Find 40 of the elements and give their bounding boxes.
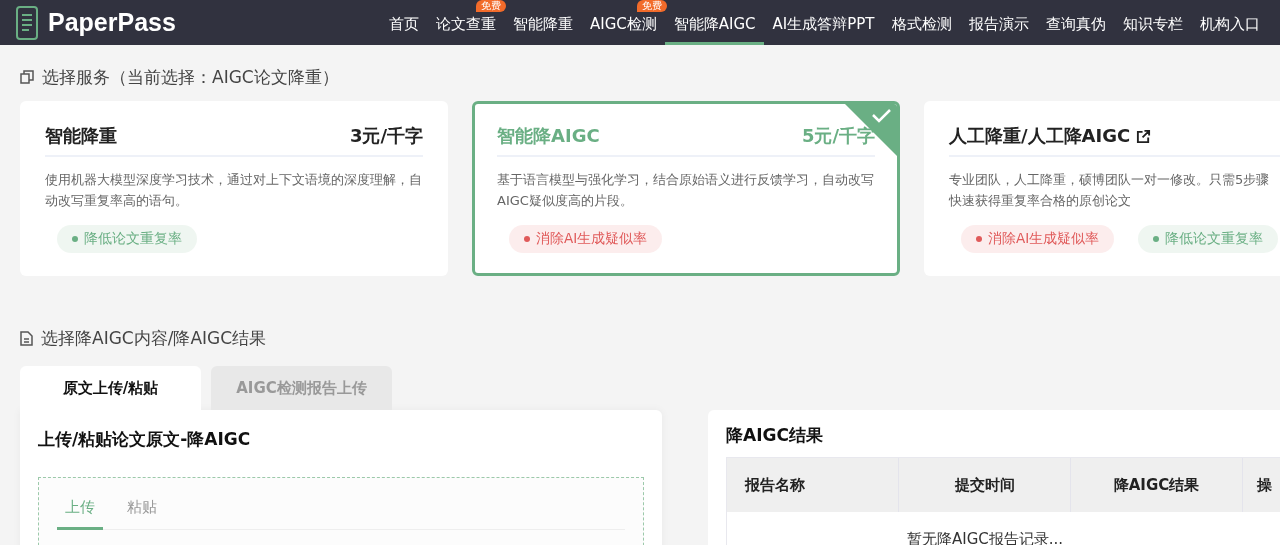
nav-link[interactable]: 智能降AIGC xyxy=(665,13,765,45)
section-heading: 选择服务（当前选择：AIGC论文降重） xyxy=(42,65,339,89)
copy-icon xyxy=(20,70,34,84)
column-header: 报告名称 xyxy=(727,458,899,512)
card-price: 3元/千字 xyxy=(349,124,423,148)
column-header: 提交时间 xyxy=(899,458,1071,512)
service-card[interactable]: 智能降重 3元/千字 使用机器大模型深度学习技术，通过对上下文语境的深度理解，自动改写重复率高的语句。 降低论文重复率 xyxy=(20,101,448,276)
card-title: 智能降AIGC xyxy=(497,124,600,148)
panel-title: 降AIGC结果 xyxy=(726,424,824,447)
nav-link[interactable]: AIGC检测 xyxy=(581,13,666,45)
card-title: 人工降重/人工降AIGC xyxy=(949,124,1152,148)
card-description: 使用机器大模型深度学习技术，通过对上下文语境的深度理解，自动改写重复率高的语句。 xyxy=(45,171,423,210)
free-badge: 免费 xyxy=(637,0,668,12)
column-header: 降AIGC结果 xyxy=(1071,458,1243,512)
external-link-icon[interactable] xyxy=(1136,128,1152,144)
card-title: 智能降重 xyxy=(45,124,117,148)
nav-link[interactable]: 查询真伪 xyxy=(1037,13,1114,45)
document-icon xyxy=(14,4,40,41)
nav-link[interactable]: AI生成答辩PPT xyxy=(764,13,883,45)
service-card[interactable]: 人工降重/人工降AIGC 专业团队，人工降重，硕博团队一对一修改。只需5步骤快速获得重复率合格的原创论文 消除AI生成疑似率 降低论文重复率 xyxy=(924,101,1280,276)
document-icon xyxy=(20,330,33,346)
column-header: 操 xyxy=(1243,458,1280,512)
free-badge: 免费 xyxy=(476,0,507,12)
card-description: 专业团队，人工降重，硕博团队一对一修改。只需5步骤快速获得重复率合格的原创论文 xyxy=(949,171,1271,210)
nav-link[interactable]: 知识专栏 xyxy=(1114,13,1191,45)
nav-link[interactable]: 首页 xyxy=(380,13,428,45)
feature-tag: 降低论文重复率 xyxy=(1138,225,1279,253)
card-description: 基于语言模型与强化学习，结合原始语义进行反馈学习，自动改写AIGC疑似度高的片段。 xyxy=(497,171,875,210)
tab[interactable]: 原文上传/粘贴 xyxy=(20,366,201,410)
nav-link[interactable]: 论文查重 xyxy=(427,13,505,45)
nav-link[interactable]: 报告演示 xyxy=(960,13,1037,45)
section-heading: 选择降AIGC内容/降AIGC结果 xyxy=(41,326,267,350)
feature-tag: 消除AI生成疑似率 xyxy=(509,225,663,253)
logo-text[interactable]: PaperPass xyxy=(48,8,176,37)
feature-tag: 消除AI生成疑似率 xyxy=(961,225,1115,253)
nav-link[interactable]: 格式检测 xyxy=(883,13,960,45)
feature-tag: 降低论文重复率 xyxy=(57,225,197,253)
nav-link[interactable]: 智能降重 xyxy=(504,13,582,45)
panel-title: 上传/粘贴论文原文-降AIGC xyxy=(38,428,252,451)
nav-link[interactable]: 机构入口 xyxy=(1191,13,1268,45)
